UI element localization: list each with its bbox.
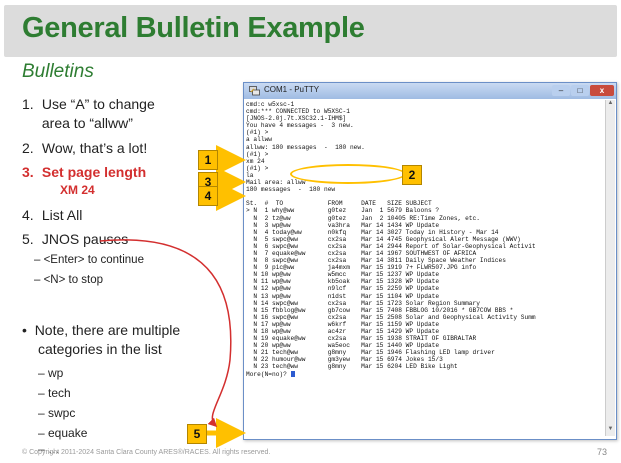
callout-badge-4: 4 [198,186,218,206]
callout-arrows [99,145,246,448]
slide: General Bulletin Example Bulletins 1. Us… [0,0,621,463]
pause-pointer-arrow-icon [99,239,232,428]
callout-badge-2: 2 [402,165,422,185]
callout-badge-1: 1 [198,150,218,170]
callout-badge-5: 5 [187,424,207,444]
highlight-ellipse [290,164,406,184]
